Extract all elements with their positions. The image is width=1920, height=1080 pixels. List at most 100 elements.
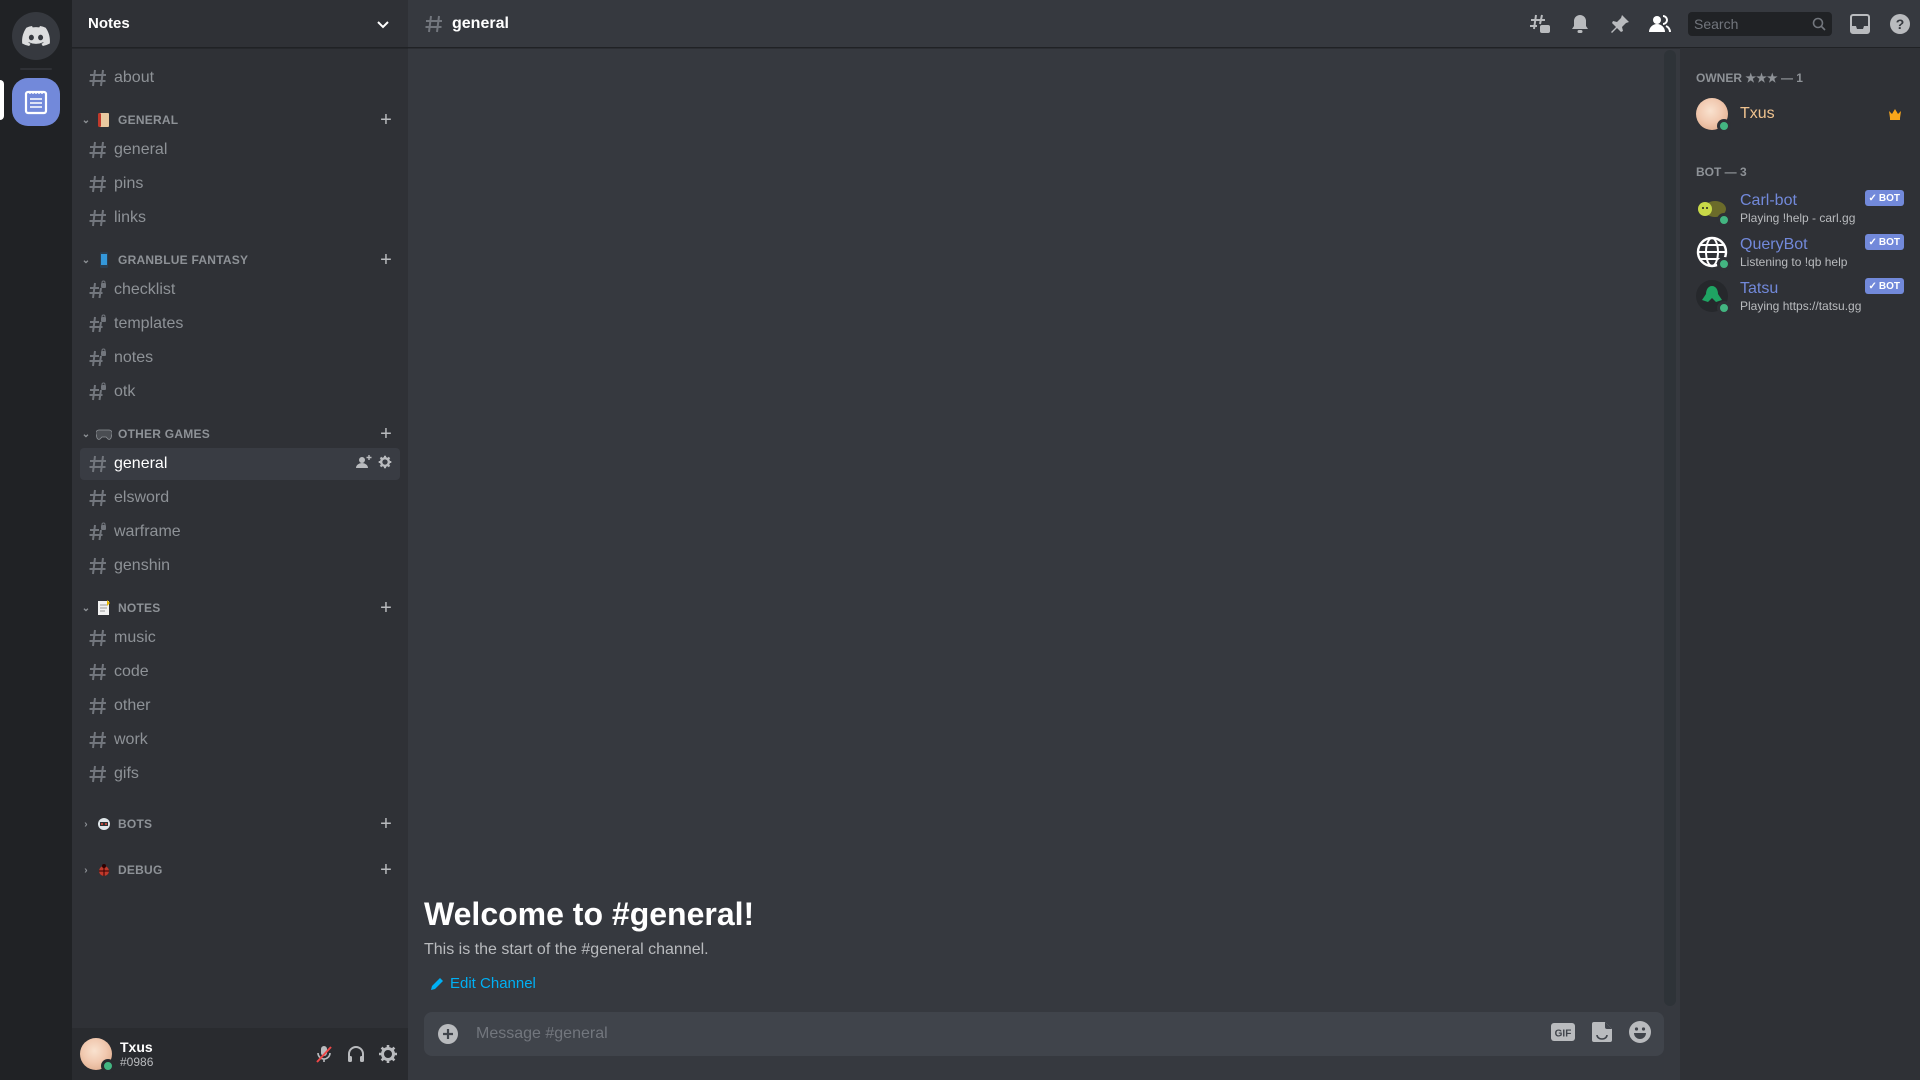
channel-music[interactable]: music bbox=[80, 622, 400, 654]
channel-warframe[interactable]: warframe bbox=[80, 516, 400, 548]
user-panel: Txus #0986 bbox=[72, 1028, 408, 1080]
channel-general[interactable]: general bbox=[80, 134, 400, 166]
chat-scrollbar[interactable] bbox=[1664, 50, 1676, 1006]
threads-icon bbox=[1530, 14, 1550, 33]
channel-general[interactable]: general bbox=[80, 448, 400, 480]
search-input[interactable]: Search bbox=[1688, 11, 1832, 36]
category-name: OTHER GAMES bbox=[118, 427, 210, 441]
member-list: OWNER ★★★ — 1 Txus BOT — 3 Carl-bot Playing … bbox=[1680, 48, 1920, 1080]
channel-name: other bbox=[114, 697, 151, 714]
gif-button[interactable]: GIF bbox=[1550, 1021, 1576, 1048]
upload-button[interactable] bbox=[436, 1022, 460, 1046]
emoji-button[interactable] bbox=[1628, 1020, 1652, 1049]
home-button[interactable] bbox=[12, 12, 60, 60]
gear-icon bbox=[378, 455, 392, 468]
verified-check-icon: ✓ bbox=[1868, 236, 1877, 248]
create-channel-button[interactable]: + bbox=[380, 860, 392, 880]
text-channel-icon bbox=[88, 174, 108, 194]
online-status-dot bbox=[1717, 257, 1731, 271]
channel-header: general Search ? bbox=[408, 0, 1920, 48]
user-avatar[interactable] bbox=[80, 1038, 115, 1073]
bot-badge: ✓ BOT bbox=[1864, 190, 1904, 206]
channel-otk[interactable]: otk bbox=[80, 376, 400, 408]
pencil-icon bbox=[431, 977, 443, 990]
chevron-right-icon: › bbox=[84, 864, 88, 876]
category-name: DEBUG bbox=[118, 863, 163, 877]
member-group-header: OWNER ★★★ — 1 bbox=[1696, 71, 1803, 85]
category-debug[interactable]: › DEBUG + bbox=[80, 858, 400, 882]
channel-genshin[interactable]: genshin bbox=[80, 550, 400, 582]
create-channel-button[interactable]: + bbox=[380, 424, 392, 444]
member-txus[interactable]: Txus bbox=[1696, 92, 1912, 136]
server-notes[interactable] bbox=[12, 78, 60, 126]
member-activity: Playing !help - carl.gg bbox=[1740, 210, 1856, 225]
notifications-button[interactable] bbox=[1568, 12, 1592, 36]
category-notes[interactable]: ⌄ NOTES + bbox=[80, 596, 400, 620]
category-other-games[interactable]: ⌄ OTHER GAMES + bbox=[80, 422, 400, 446]
sticker-button[interactable] bbox=[1590, 1020, 1614, 1049]
channel-notes[interactable]: notes bbox=[80, 342, 400, 374]
pinned-messages-button[interactable] bbox=[1608, 12, 1632, 36]
member-querybot[interactable]: QueryBot Listening to !qb help ✓ BOT bbox=[1696, 230, 1912, 274]
bell-icon bbox=[1572, 14, 1588, 33]
inbox-button[interactable] bbox=[1848, 12, 1872, 36]
notepad-icon bbox=[24, 90, 48, 115]
members-icon bbox=[1649, 14, 1671, 32]
message-placeholder: Message #general bbox=[476, 1025, 608, 1042]
member-list-toggle[interactable] bbox=[1648, 12, 1672, 36]
channel-list: about ⌄ GENERAL + general pins links ⌄ GRANBLUE … bbox=[72, 48, 408, 1028]
threads-button[interactable] bbox=[1528, 12, 1552, 36]
message-list: Welcome to #general! This is the start o… bbox=[408, 48, 1680, 1012]
channel-work[interactable]: work bbox=[80, 724, 400, 756]
channel-gifs[interactable]: gifs bbox=[80, 758, 400, 790]
channel-other[interactable]: other bbox=[80, 690, 400, 722]
deafen-button[interactable] bbox=[344, 1042, 368, 1066]
channel-name: pins bbox=[114, 175, 144, 192]
locked-channel-icon bbox=[88, 522, 108, 542]
channel-code[interactable]: code bbox=[80, 656, 400, 688]
locked-channel-icon bbox=[88, 280, 108, 300]
create-channel-button[interactable]: + bbox=[380, 598, 392, 618]
category-general[interactable]: ⌄ GENERAL + bbox=[80, 108, 400, 132]
create-invite-button[interactable] bbox=[356, 454, 372, 475]
category-granblue-fantasy[interactable]: ⌄ GRANBLUE FANTASY + bbox=[80, 248, 400, 272]
create-channel-button[interactable]: + bbox=[380, 250, 392, 270]
channel-about[interactable]: about bbox=[80, 62, 400, 94]
sticker-icon bbox=[1592, 1021, 1612, 1042]
channel-welcome: Welcome to #general! This is the start o… bbox=[424, 896, 754, 992]
channel-checklist[interactable]: checklist bbox=[80, 274, 400, 306]
svg-text:?: ? bbox=[1896, 16, 1905, 32]
channel-name: templates bbox=[114, 315, 184, 332]
scroll-icon bbox=[96, 112, 112, 128]
text-channel-icon bbox=[88, 556, 108, 576]
channel-name: notes bbox=[114, 349, 154, 366]
chevron-down-icon bbox=[377, 20, 389, 28]
user-info[interactable]: Txus #0986 bbox=[120, 1039, 153, 1069]
username: Txus bbox=[120, 1039, 153, 1055]
text-channel-icon bbox=[88, 454, 108, 474]
create-channel-button[interactable]: + bbox=[380, 814, 392, 834]
member-carl-bot[interactable]: Carl-bot Playing !help - carl.gg ✓ BOT bbox=[1696, 186, 1912, 230]
gif-icon: GIF bbox=[1551, 1022, 1575, 1041]
category-bots[interactable]: › BOTS + bbox=[80, 812, 400, 836]
bug-icon bbox=[96, 862, 112, 878]
channel-name: links bbox=[114, 209, 147, 226]
mute-button[interactable] bbox=[312, 1042, 336, 1066]
bot-badge: ✓ BOT bbox=[1864, 278, 1904, 294]
edit-channel-button[interactable] bbox=[378, 455, 392, 474]
text-channel-icon bbox=[88, 208, 108, 228]
help-button[interactable]: ? bbox=[1888, 12, 1912, 36]
channel-name: general bbox=[114, 141, 168, 158]
member-avatar bbox=[1696, 280, 1731, 315]
message-input[interactable]: Message #general GIF bbox=[424, 1012, 1664, 1056]
user-settings-button[interactable] bbox=[376, 1042, 400, 1066]
member-tatsu[interactable]: Tatsu Playing https://tatsu.gg ✓ BOT bbox=[1696, 274, 1912, 318]
channel-pins[interactable]: pins bbox=[80, 168, 400, 200]
guild-header[interactable]: Notes bbox=[72, 0, 408, 48]
edit-channel-link[interactable]: Edit Channel bbox=[430, 975, 754, 992]
create-channel-button[interactable]: + bbox=[380, 110, 392, 130]
channel-templates[interactable]: templates bbox=[80, 308, 400, 340]
channel-links[interactable]: links bbox=[80, 202, 400, 234]
search-placeholder: Search bbox=[1694, 15, 1739, 32]
channel-elsword[interactable]: elsword bbox=[80, 482, 400, 514]
